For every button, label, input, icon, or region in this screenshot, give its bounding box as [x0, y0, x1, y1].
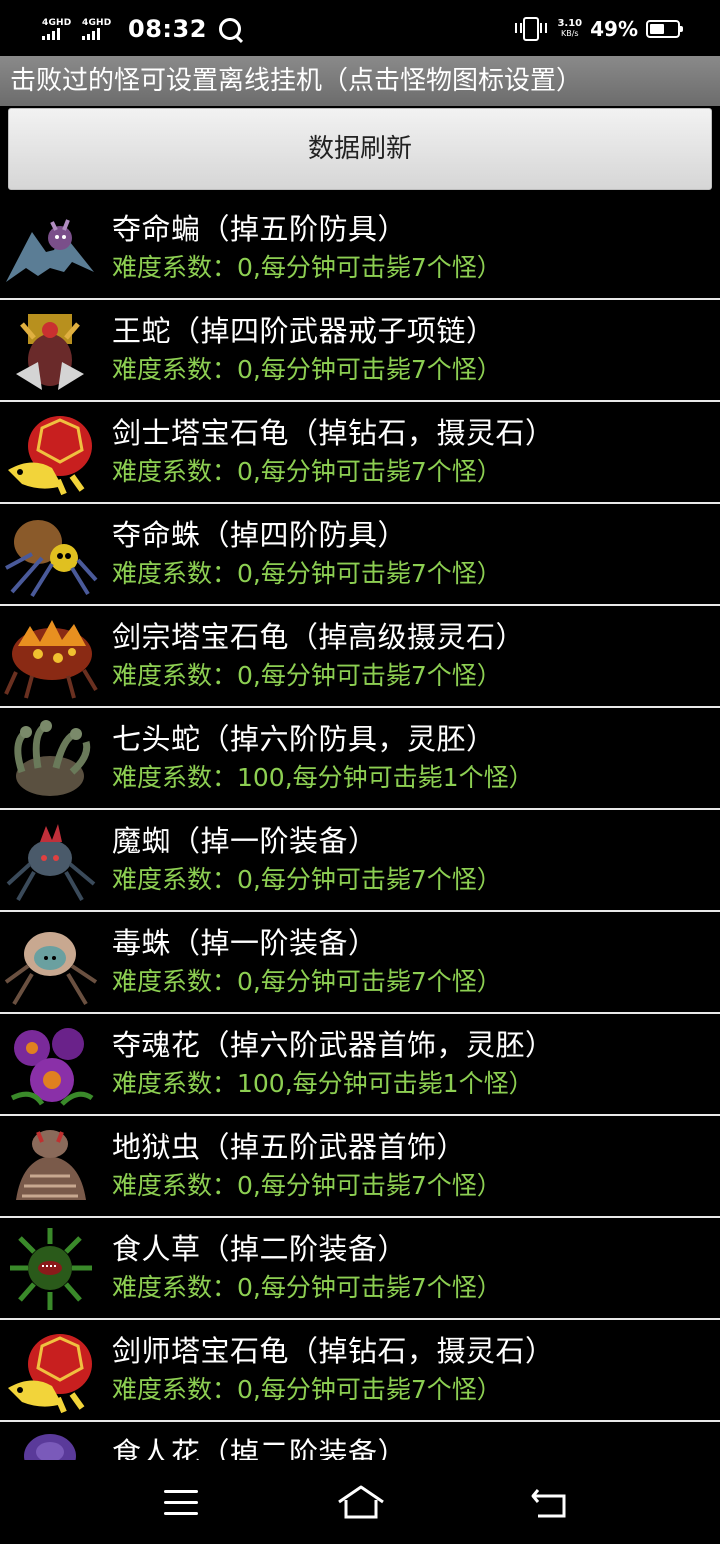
- soul-flower-icon[interactable]: [2, 1018, 98, 1110]
- monster-info: 难度系数：0,每分钟可击毙7个怪）: [112, 457, 502, 486]
- network-type: 4GHD: [82, 18, 112, 28]
- list-item: 夺魂花（掉六阶武器首饰，灵胚） 难度系数：100,每分钟可击毙1个怪）: [0, 1014, 720, 1116]
- page-title: 击败过的怪可设置离线挂机（点击怪物图标设置）: [0, 56, 720, 106]
- gem-turtle-icon[interactable]: [2, 406, 98, 498]
- monster-list: 夺命蝙（掉五阶防具） 难度系数：0,每分钟可击毙7个怪） 王蛇（掉四阶武器戒子项…: [0, 198, 720, 1460]
- menu-icon[interactable]: [164, 1490, 198, 1516]
- speed-unit: KB/s: [560, 29, 579, 38]
- gem-turtle-icon[interactable]: [2, 1324, 98, 1416]
- maneater-flower-icon[interactable]: [2, 1426, 98, 1460]
- lava-turtle-icon[interactable]: [2, 610, 98, 702]
- monster-name: 地狱虫（掉五阶武器首饰）: [112, 1130, 467, 1164]
- back-icon[interactable]: [530, 1486, 570, 1520]
- monster-name: 剑宗塔宝石龟（掉高级摄灵石）: [112, 620, 526, 654]
- hydra-icon[interactable]: [2, 712, 98, 804]
- signal-icon: 4GHD: [42, 18, 76, 40]
- monster-name: 王蛇（掉四阶武器戒子项链）: [112, 314, 496, 348]
- vibrate-icon: [515, 17, 548, 41]
- monster-name: 夺命蝙（掉五阶防具）: [112, 212, 408, 246]
- monster-info: 难度系数：0,每分钟可击毙7个怪）: [112, 967, 502, 996]
- clock: 08:32: [128, 15, 207, 43]
- navigation-bar: [0, 1460, 720, 1544]
- list-item: 食人花（掉二阶装备）: [0, 1422, 720, 1460]
- monster-info: 难度系数：0,每分钟可击毙7个怪）: [112, 253, 502, 282]
- monster-info: 难度系数：0,每分钟可击毙7个怪）: [112, 1375, 502, 1404]
- network-type: 4GHD: [42, 18, 72, 28]
- monster-name: 七头蛇（掉六阶防具，灵胚）: [112, 722, 496, 756]
- list-item: 魔蜘（掉一阶装备） 难度系数：0,每分钟可击毙7个怪）: [0, 810, 720, 912]
- monster-info: 难度系数：0,每分钟可击毙7个怪）: [112, 1171, 502, 1200]
- bat-icon[interactable]: [2, 202, 98, 294]
- list-item: 剑宗塔宝石龟（掉高级摄灵石） 难度系数：0,每分钟可击毙7个怪）: [0, 606, 720, 708]
- network-speed: 3.10 KB/s: [557, 19, 582, 39]
- speed-value: 3.10: [557, 18, 583, 29]
- monster-name: 夺命蛛（掉四阶防具）: [112, 518, 408, 552]
- refresh-button[interactable]: 数据刷新: [8, 108, 712, 190]
- list-item: 七头蛇（掉六阶防具，灵胚） 难度系数：100,每分钟可击毙1个怪）: [0, 708, 720, 810]
- demon-spider-icon[interactable]: [2, 814, 98, 906]
- list-item: 剑士塔宝石龟（掉钻石，摄灵石） 难度系数：0,每分钟可击毙7个怪）: [0, 402, 720, 504]
- monster-info: 难度系数：100,每分钟可击毙1个怪）: [112, 1069, 534, 1098]
- spider-icon[interactable]: [2, 508, 98, 600]
- poison-spider-icon[interactable]: [2, 916, 98, 1008]
- list-item: 剑师塔宝石龟（掉钻石，摄灵石） 难度系数：0,每分钟可击毙7个怪）: [0, 1320, 720, 1422]
- list-item: 夺命蝙（掉五阶防具） 难度系数：0,每分钟可击毙7个怪）: [0, 198, 720, 300]
- monster-name: 剑士塔宝石龟（掉钻石，摄灵石）: [112, 416, 555, 450]
- monster-name: 食人草（掉二阶装备）: [112, 1232, 408, 1266]
- monster-info: 难度系数：100,每分钟可击毙1个怪）: [112, 763, 534, 792]
- monster-info: 难度系数：0,每分钟可击毙7个怪）: [112, 355, 502, 384]
- battery-percent: 49%: [590, 17, 638, 41]
- list-item: 毒蛛（掉一阶装备） 难度系数：0,每分钟可击毙7个怪）: [0, 912, 720, 1014]
- list-item: 王蛇（掉四阶武器戒子项链） 难度系数：0,每分钟可击毙7个怪）: [0, 300, 720, 402]
- maneater-grass-icon[interactable]: [2, 1222, 98, 1314]
- status-bar: 4GHD 4GHD 08:32 3.10 KB/s 49%: [0, 0, 720, 56]
- list-item: 食人草（掉二阶装备） 难度系数：0,每分钟可击毙7个怪）: [0, 1218, 720, 1320]
- list-item: 夺命蛛（掉四阶防具） 难度系数：0,每分钟可击毙7个怪）: [0, 504, 720, 606]
- monster-info: 难度系数：0,每分钟可击毙7个怪）: [112, 559, 502, 588]
- monster-name: 剑师塔宝石龟（掉钻石，摄灵石）: [112, 1334, 555, 1368]
- serpent-king-icon[interactable]: [2, 304, 98, 396]
- monster-name: 夺魂花（掉六阶武器首饰，灵胚）: [112, 1028, 555, 1062]
- monster-name: 食人花（掉二阶装备）: [112, 1436, 408, 1460]
- signal-icon: 4GHD: [82, 18, 116, 40]
- monster-info: 难度系数：0,每分钟可击毙7个怪）: [112, 1273, 502, 1302]
- hell-worm-icon[interactable]: [2, 1120, 98, 1212]
- monster-name: 毒蛛（掉一阶装备）: [112, 926, 378, 960]
- home-icon[interactable]: [336, 1484, 386, 1520]
- battery-icon: [646, 20, 683, 38]
- monster-name: 魔蜘（掉一阶装备）: [112, 824, 378, 858]
- monster-info: 难度系数：0,每分钟可击毙7个怪）: [112, 865, 502, 894]
- list-item: 地狱虫（掉五阶武器首饰） 难度系数：0,每分钟可击毙7个怪）: [0, 1116, 720, 1218]
- notification-icon: [218, 18, 241, 40]
- monster-info: 难度系数：0,每分钟可击毙7个怪）: [112, 661, 502, 690]
